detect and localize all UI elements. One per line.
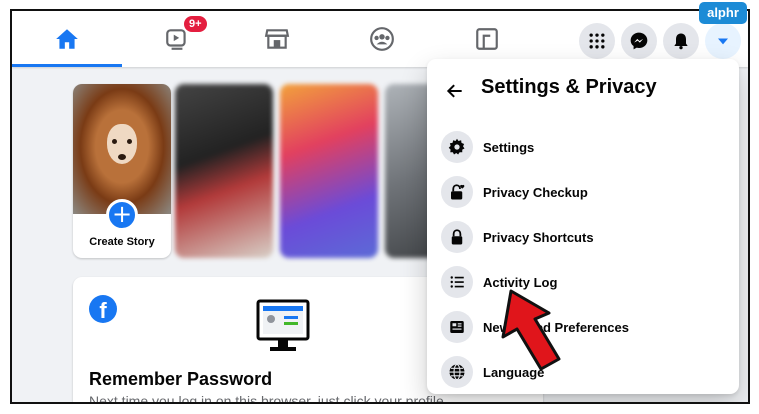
notifications-button[interactable]	[663, 23, 699, 59]
create-story-card[interactable]: + Create Story	[73, 84, 171, 258]
profile-photo	[73, 84, 171, 214]
dog-eye-right	[127, 139, 132, 144]
gaming-icon	[476, 28, 498, 50]
create-story-label: Create Story	[89, 236, 155, 248]
menu-item-settings[interactable]: Settings	[435, 125, 731, 169]
messenger-button[interactable]	[621, 23, 657, 59]
card-text: Next time you log in on this browser, ju…	[89, 393, 444, 404]
caret-down-icon	[718, 38, 728, 45]
menu-item-activity-log[interactable]: Activity Log	[435, 260, 731, 304]
screenshot-frame: 9+ + Create Story f Remember Password Ne…	[10, 9, 750, 404]
menu-item-privacy-checkup[interactable]: Privacy Checkup	[435, 170, 731, 214]
tab-marketplace[interactable]	[222, 11, 332, 67]
notification-badge: 9+	[184, 16, 207, 32]
back-button[interactable]	[441, 77, 469, 105]
lock-heart-icon	[441, 176, 473, 208]
gear-icon	[441, 131, 473, 163]
bell-icon	[674, 33, 688, 50]
marketplace-icon	[264, 29, 290, 49]
account-dropdown-button[interactable]	[705, 23, 741, 59]
tab-groups[interactable]	[327, 11, 437, 67]
grid-icon	[589, 33, 605, 49]
menu-item-label: Activity Log	[483, 274, 558, 290]
menu-grid-button[interactable]	[579, 23, 615, 59]
menu-item-label: Privacy Shortcuts	[483, 229, 594, 245]
menu-item-language[interactable]: Language	[435, 350, 731, 394]
watermark-logo: alphr	[699, 2, 747, 24]
settings-privacy-menu: Settings & Privacy Settings Privacy Chec…	[427, 59, 739, 394]
groups-icon	[370, 27, 394, 51]
dog-nose	[118, 154, 126, 160]
messenger-icon	[630, 32, 648, 50]
computer-icon	[256, 299, 310, 351]
facebook-logo-icon: f	[89, 295, 117, 323]
lock-icon	[441, 221, 473, 253]
dog-eye-left	[112, 139, 117, 144]
tab-watch[interactable]: 9+	[122, 11, 232, 67]
card-title: Remember Password	[89, 369, 273, 389]
story-card[interactable]	[175, 84, 273, 258]
menu-item-label: Privacy Checkup	[483, 184, 588, 200]
menu-title: Settings & Privacy	[481, 76, 657, 98]
arrow-left-icon	[446, 84, 462, 98]
globe-icon	[441, 356, 473, 388]
plus-icon[interactable]: +	[106, 199, 138, 231]
home-icon	[56, 29, 78, 49]
story-card[interactable]	[280, 84, 378, 258]
annotation-arrow	[501, 289, 561, 371]
feed-icon	[441, 311, 473, 343]
menu-item-label: Settings	[483, 139, 535, 155]
menu-item-privacy-shortcuts[interactable]: Privacy Shortcuts	[435, 215, 731, 259]
list-icon	[441, 266, 473, 298]
menu-item-news-feed-preferences[interactable]: News Feed Preferences	[435, 305, 731, 349]
tab-home[interactable]	[12, 11, 122, 67]
